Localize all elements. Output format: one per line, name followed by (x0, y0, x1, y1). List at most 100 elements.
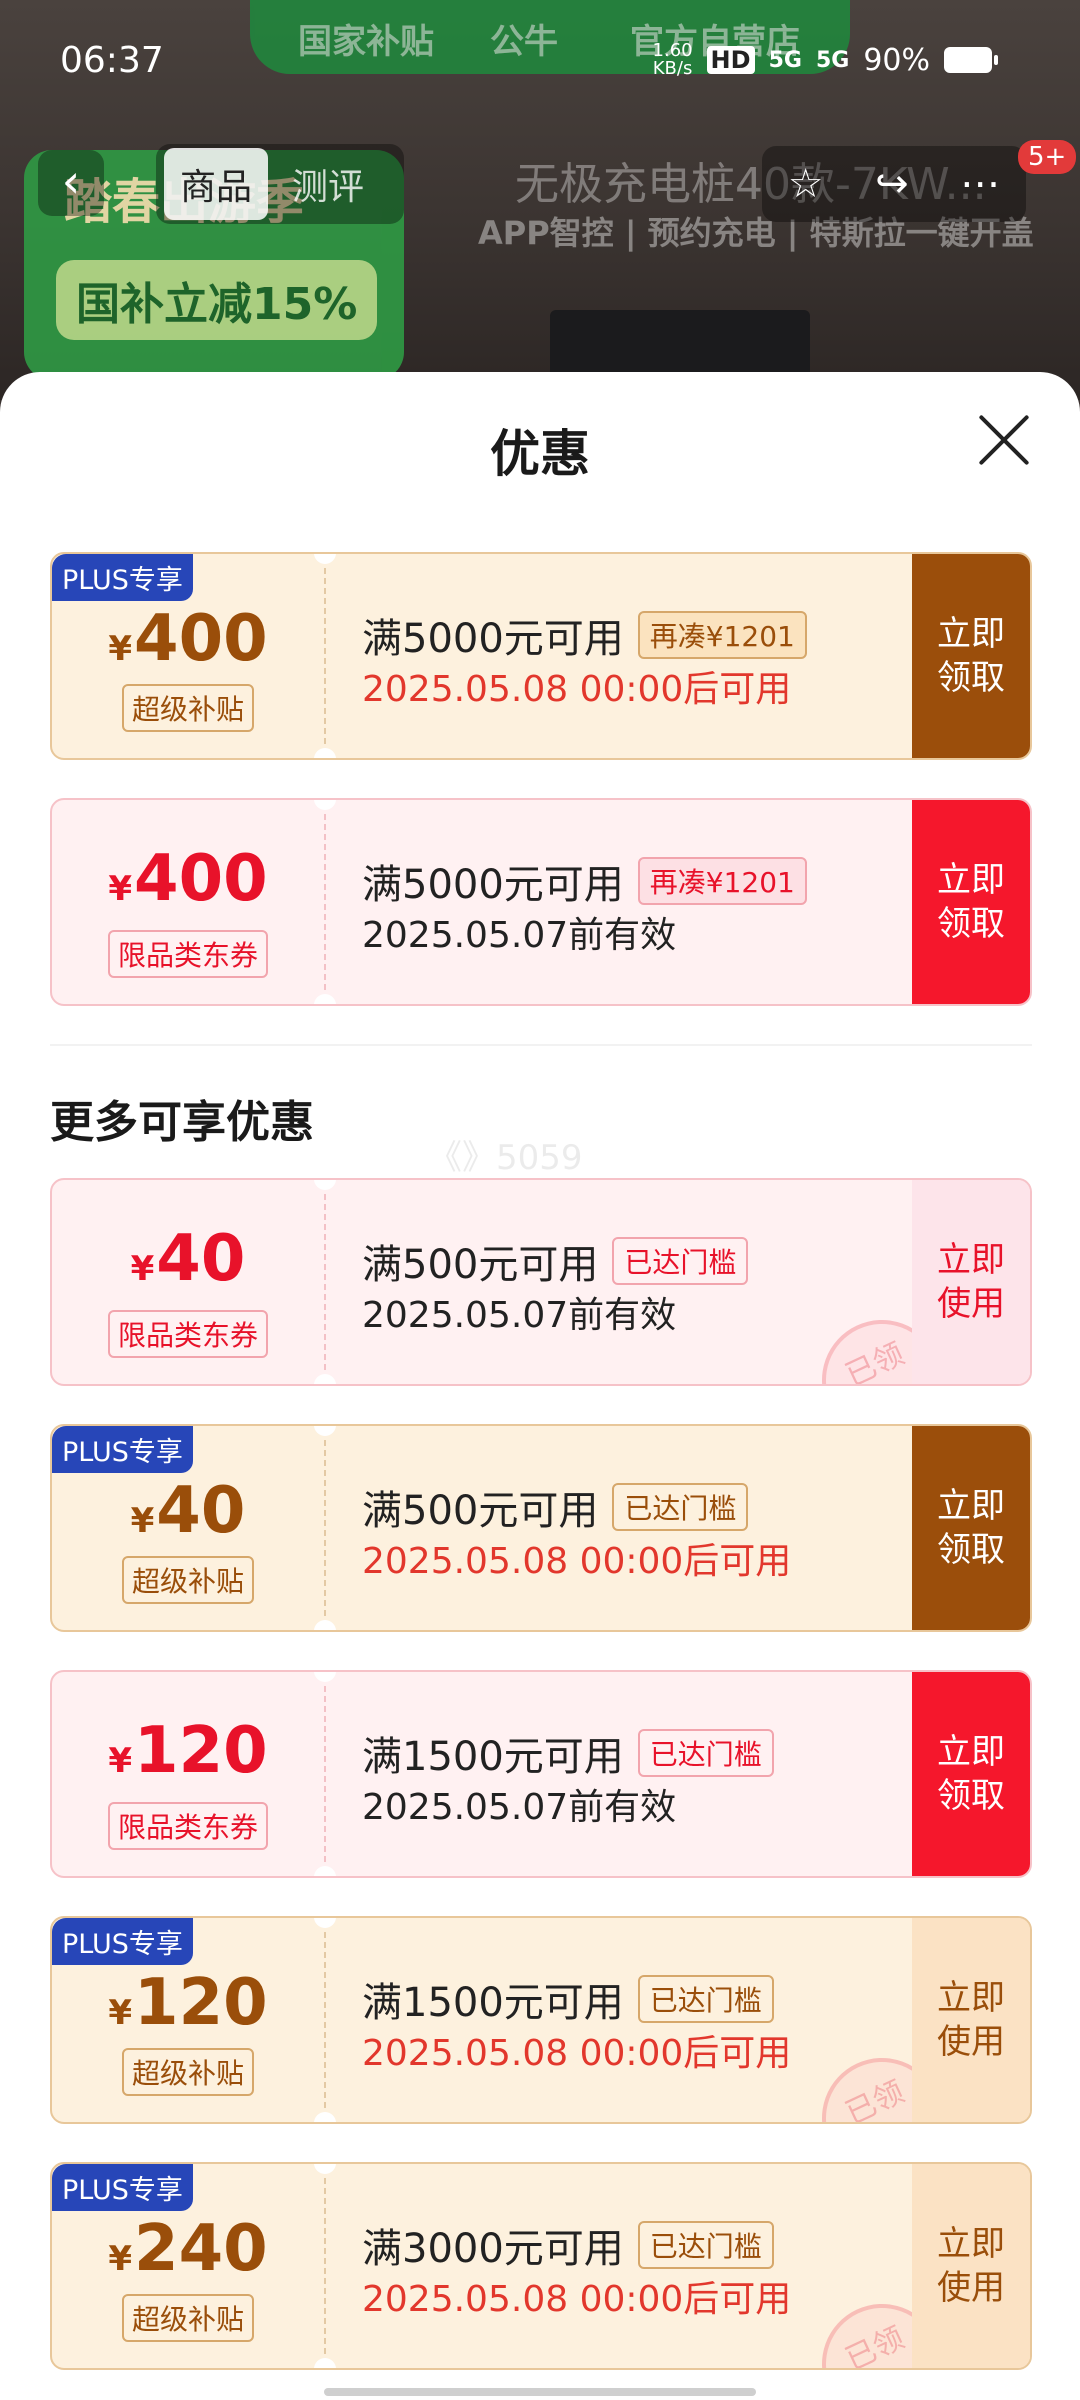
coupon-condition: 满5000元可用 再凑¥1201 (362, 606, 807, 664)
coupon-notch (314, 994, 336, 1004)
signal-5g-icon-2: 5G (815, 47, 850, 73)
yen-symbol: ¥ (130, 1501, 155, 1541)
star-icon[interactable]: ☆ (788, 161, 824, 207)
coupon-threshold: 满1500元可用 (362, 1734, 624, 1780)
network-speed: 1.60 KB/s (652, 40, 693, 79)
coupon-separator (324, 1194, 326, 1370)
header-actions: ☆ ↪ ⋯ (762, 146, 1026, 222)
yen-symbol: ¥ (108, 629, 133, 669)
coupon-threshold: 满5000元可用 (362, 862, 624, 908)
coupon-amount: ¥120 (52, 1966, 324, 2040)
coupon-card[interactable]: PLUS专享 ¥400 超级补贴 满5000元可用 再凑¥1201 2025.05.08 … (50, 552, 1032, 760)
coupon-amount: ¥40 (52, 1222, 324, 1296)
tab-goods[interactable]: 商品 (164, 148, 269, 220)
coupon-condition: 满1500元可用 已达门槛 (362, 1724, 774, 1782)
coupon-value: 240 (134, 2212, 268, 2286)
coupon-type: 限品类东券 (52, 1310, 324, 1358)
status-indicators: 1.60 KB/s HD 5G 5G 90% (652, 40, 998, 79)
coupon-condition: 满3000元可用 已达门槛 (362, 2216, 774, 2274)
coupon-action-button[interactable]: 立即领取 (912, 800, 1030, 1004)
coupon-notch (314, 2358, 336, 2368)
back-icon[interactable]: ‹ (38, 150, 104, 216)
coupon-action-button[interactable]: 立即使用 (912, 2164, 1030, 2368)
tab-review[interactable]: 测评 (276, 148, 380, 220)
coupon-card[interactable]: ¥40 限品类东券 满500元可用 已达门槛 2025.05.07前有效 已领 立即使用 (50, 1178, 1032, 1386)
coupon-card[interactable]: PLUS专享 ¥40 超级补贴 满500元可用 已达门槛 2025.05.08 00:00… (50, 1424, 1032, 1632)
coupon-separator (324, 814, 326, 990)
coupon-validity: 2025.05.08 00:00后可用 (362, 2033, 792, 2074)
coupon-condition: 满500元可用 已达门槛 (362, 1478, 749, 1536)
coupon-action-label: 立即使用 (937, 2224, 1005, 2308)
coupon-condition: 满500元可用 已达门槛 (362, 1232, 749, 1290)
coupon-separator (324, 568, 326, 744)
top-tabs: 商品 测评 (156, 144, 404, 224)
more-section-title: 更多可享优惠 (50, 1097, 314, 1148)
sheet-title: 优惠 (490, 425, 590, 483)
coupon-validity: 2025.05.08 00:00后可用 (362, 1541, 792, 1582)
coupon-card[interactable]: ¥120 限品类东券 满1500元可用 已达门槛 2025.05.07前有效 立即领取 (50, 1670, 1032, 1878)
coupon-type-label: 限品类东券 (107, 930, 268, 978)
battery-icon (944, 47, 998, 73)
yen-symbol: ¥ (108, 869, 133, 909)
yen-symbol: ¥ (108, 1993, 133, 2033)
coupon-card[interactable]: PLUS专享 ¥240 超级补贴 满3000元可用 已达门槛 2025.05.08 00:… (50, 2162, 1032, 2370)
coupon-notch (314, 1374, 336, 1384)
coupon-separator (324, 1932, 326, 2108)
coupon-type-label: 超级补贴 (121, 2048, 254, 2096)
yen-symbol: ¥ (108, 1741, 133, 1781)
coupon-condition: 满5000元可用 再凑¥1201 (362, 852, 807, 910)
coupon-action-button[interactable]: 立即使用 (912, 1918, 1030, 2122)
share-icon[interactable]: ↪ (875, 161, 909, 207)
home-indicator[interactable] (324, 2388, 756, 2396)
coupon-type-label: 限品类东券 (107, 1310, 268, 1358)
more-icon[interactable]: ⋯ (960, 161, 1000, 207)
coupon-threshold: 满1500元可用 (362, 1980, 624, 2026)
coupon-type: 超级补贴 (52, 684, 324, 732)
hd-icon: HD (706, 46, 755, 74)
coupon-card[interactable]: ¥400 限品类东券 满5000元可用 再凑¥1201 2025.05.07前有效 立即领… (50, 798, 1032, 1006)
coupon-separator (324, 1440, 326, 1616)
coupon-amount: ¥400 (52, 602, 324, 676)
coupon-value: 400 (134, 602, 268, 676)
coupon-action-button[interactable]: 立即领取 (912, 1426, 1030, 1630)
coupon-action-label: 立即使用 (937, 1240, 1005, 1324)
plus-exclusive-tag: PLUS专享 (52, 1918, 193, 1965)
coupon-validity: 2025.05.08 00:00后可用 (362, 2279, 792, 2320)
coupon-action-button[interactable]: 立即领取 (912, 554, 1030, 758)
battery-percent: 90% (863, 42, 930, 78)
plus-exclusive-tag: PLUS专享 (52, 2164, 193, 2211)
coupon-value: 400 (134, 842, 268, 916)
coupon-separator (324, 2178, 326, 2354)
coupon-validity: 2025.05.08 00:00后可用 (362, 669, 792, 710)
coupon-value: 40 (156, 1222, 246, 1296)
coupon-card[interactable]: PLUS专享 ¥120 超级补贴 满1500元可用 已达门槛 2025.05.08 00:… (50, 1916, 1032, 2124)
threshold-tag: 已达门槛 (637, 1975, 774, 2023)
coupon-notch (314, 748, 336, 758)
coupon-action-button[interactable]: 立即使用 (912, 1180, 1030, 1384)
coupon-notch (314, 2112, 336, 2122)
coupon-action-label: 立即领取 (937, 1486, 1005, 1570)
yen-symbol: ¥ (130, 1249, 155, 1289)
coupon-amount: ¥120 (52, 1714, 324, 1788)
threshold-tag: 已达门槛 (612, 1237, 749, 1285)
coupon-threshold: 满5000元可用 (362, 616, 624, 662)
coupon-validity: 2025.05.07前有效 (362, 1295, 677, 1336)
coupon-type: 超级补贴 (52, 2294, 324, 2342)
threshold-tag: 再凑¥1201 (637, 857, 807, 905)
coupon-action-button[interactable]: 立即领取 (912, 1672, 1030, 1876)
coupon-type-label: 限品类东券 (107, 1802, 268, 1850)
coupon-amount: ¥240 (52, 2212, 324, 2286)
coupon-threshold: 满500元可用 (362, 1242, 599, 1288)
promo-line2: 国补立减15% (56, 260, 378, 340)
coupon-action-label: 立即领取 (937, 1732, 1005, 1816)
notification-badge: 5+ (1018, 140, 1077, 174)
coupon-amount: ¥40 (52, 1474, 324, 1548)
coupon-amount: ¥400 (52, 842, 324, 916)
close-icon[interactable] (976, 412, 1032, 468)
coupon-validity: 2025.05.07前有效 (362, 1787, 677, 1828)
coupon-value: 40 (156, 1474, 246, 1548)
threshold-tag: 已达门槛 (637, 2221, 774, 2269)
section-divider (50, 1044, 1032, 1046)
coupon-notch (314, 1866, 336, 1876)
threshold-tag: 已达门槛 (612, 1483, 749, 1531)
